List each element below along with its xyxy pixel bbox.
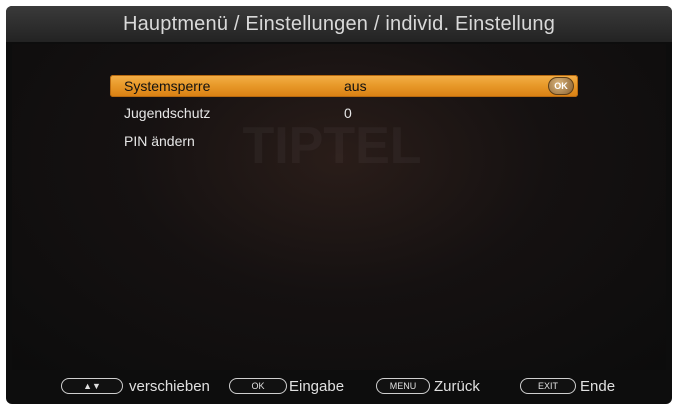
tv-screen: Hauptmenü / Einstellungen / individ. Ein… [6, 6, 672, 404]
footer-key-hints: ▲▼ verschieben OK Eingabe MENU Zurück EX… [6, 372, 672, 404]
menu-item-label: Systemsperre [124, 78, 211, 94]
up-down-key-icon[interactable]: ▲▼ [61, 378, 123, 394]
menu-content: TIPTEL Systemsperre aus OK Jugendschutz … [12, 44, 666, 370]
menu-item-value: 0 [344, 105, 352, 121]
menu-item-value: aus [344, 78, 367, 94]
menu-item-systemsperre[interactable]: Systemsperre aus OK [110, 75, 578, 97]
ok-hint-label: Eingabe [289, 378, 345, 395]
nav-hint-label: verschieben [129, 378, 210, 395]
title-bar: Hauptmenü / Einstellungen / individ. Ein… [6, 6, 672, 42]
menu-item-jugendschutz[interactable]: Jugendschutz 0 [110, 102, 578, 124]
exit-key-icon[interactable]: EXIT [520, 378, 576, 394]
page-title: Hauptmenü / Einstellungen / individ. Ein… [122, 12, 556, 35]
menu-hint-label: Zurück [434, 378, 480, 395]
ok-icon[interactable]: OK [548, 77, 574, 95]
exit-hint-label: Ende [580, 378, 616, 395]
ok-key-icon[interactable]: OK [229, 378, 287, 394]
menu-item-pin-aendern[interactable]: PIN ändern [110, 130, 578, 152]
menu-key-icon[interactable]: MENU [376, 378, 430, 394]
menu-item-label: Jugendschutz [124, 105, 211, 121]
menu-item-label: PIN ändern [124, 133, 195, 149]
